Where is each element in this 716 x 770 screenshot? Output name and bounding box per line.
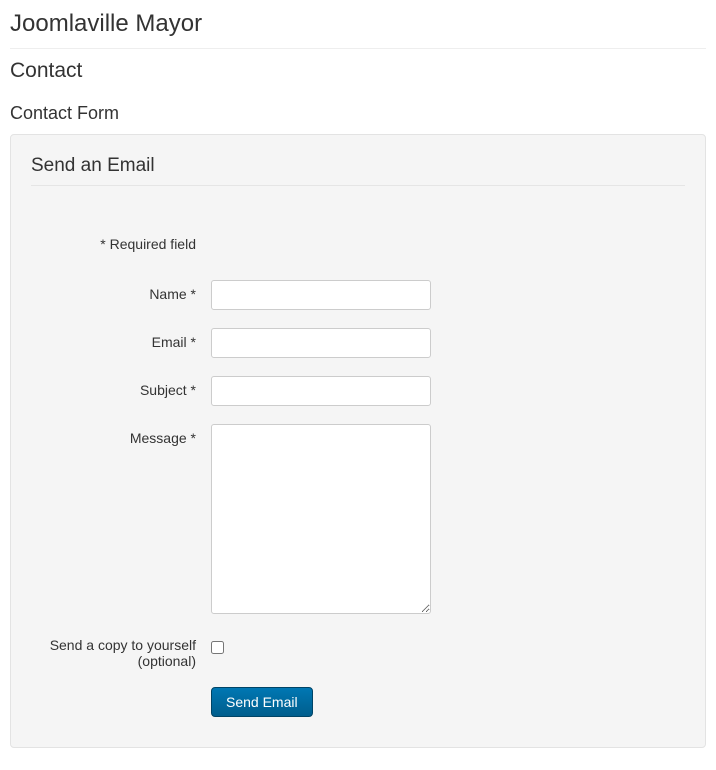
contact-form-heading: Contact Form: [10, 103, 706, 124]
subject-label: Subject *: [31, 376, 211, 398]
page-title: Joomlaville Mayor: [10, 10, 706, 49]
email-row: Email *: [31, 328, 685, 358]
message-row: Message *: [31, 424, 685, 617]
subject-row: Subject *: [31, 376, 685, 406]
form-legend: Send an Email: [31, 155, 685, 186]
message-label: Message *: [31, 424, 211, 446]
message-textarea[interactable]: [211, 424, 431, 614]
copy-row: Send a copy to yourself (optional): [31, 635, 685, 669]
contact-form-panel: Send an Email * Required field Name * Em…: [10, 134, 706, 748]
name-row: Name *: [31, 280, 685, 310]
copy-label: Send a copy to yourself (optional): [31, 635, 211, 669]
contact-heading: Contact: [10, 59, 706, 83]
email-label: Email *: [31, 328, 211, 350]
submit-row: Send Email: [31, 687, 685, 717]
email-input[interactable]: [211, 328, 431, 358]
subject-input[interactable]: [211, 376, 431, 406]
copy-checkbox[interactable]: [211, 641, 224, 654]
required-field-note: * Required field: [31, 206, 211, 252]
send-email-button[interactable]: Send Email: [211, 687, 313, 717]
name-label: Name *: [31, 280, 211, 302]
name-input[interactable]: [211, 280, 431, 310]
